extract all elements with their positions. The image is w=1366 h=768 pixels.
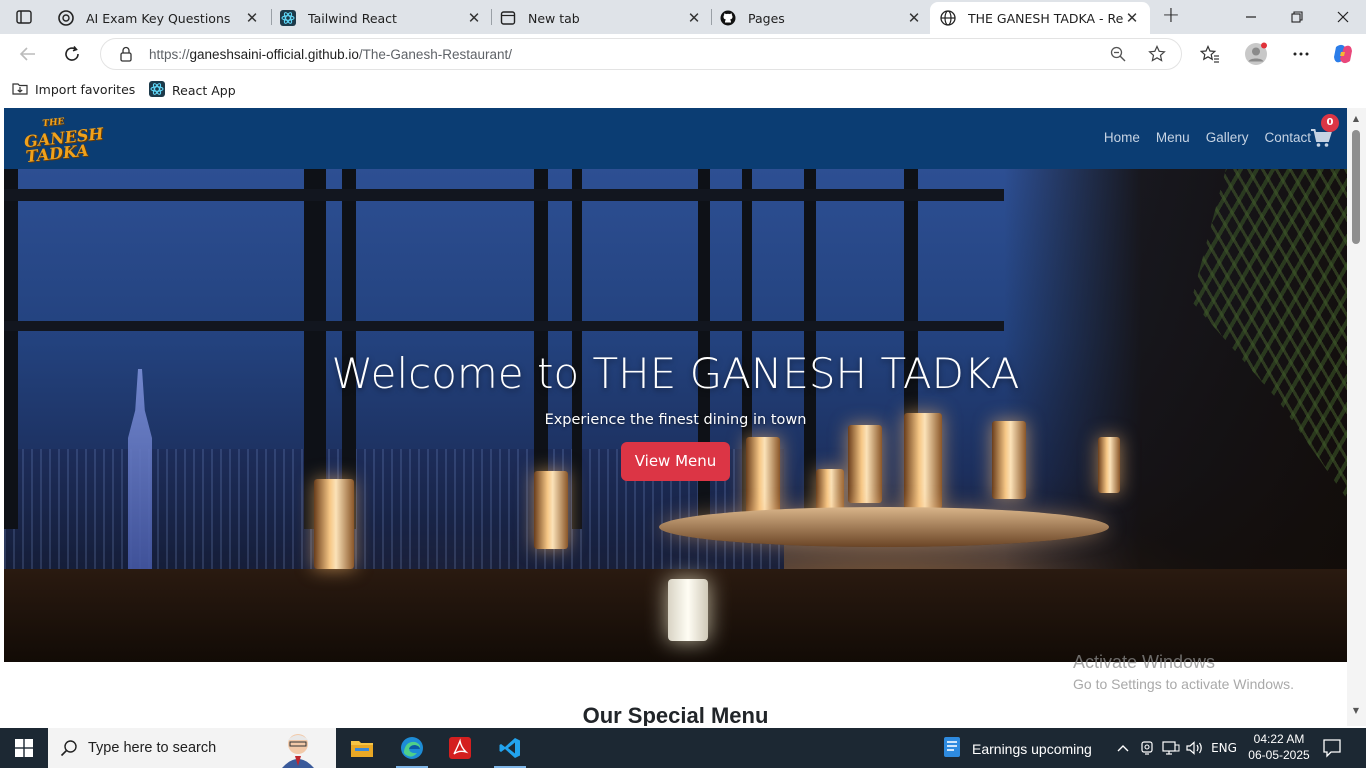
close-icon[interactable]: ✕ [686, 9, 702, 27]
scroll-up-arrow-icon[interactable]: ▲ [1351, 114, 1361, 124]
special-menu-heading: Our Special Menu [582, 703, 769, 726]
tab-title: THE GANESH TADKA - Restau [968, 10, 1124, 26]
logo-text-tadka: TADKA [24, 140, 90, 167]
close-icon[interactable]: ✕ [466, 9, 482, 27]
favorite-star-icon[interactable] [1148, 45, 1166, 67]
tab-new-tab[interactable]: New tab ✕ [490, 2, 712, 34]
page-viewport: THE GANESH TADKA Home Menu Gallery Conta… [4, 108, 1347, 726]
scroll-down-arrow-icon[interactable]: ▼ [1351, 706, 1361, 716]
scroll-thumb[interactable] [1352, 130, 1360, 244]
minimize-icon[interactable] [1228, 0, 1274, 34]
taskbar: Type here to search Earnings upcoming EN… [0, 728, 1366, 768]
back-button[interactable] [14, 41, 42, 67]
news-widget[interactable]: Earnings upcoming [942, 736, 1092, 761]
address-bar[interactable]: https://ganeshsaini-official.github.io/T… [100, 38, 1182, 70]
lamp [534, 471, 568, 549]
search-highlight-illustration [268, 730, 328, 768]
import-favorites-icon [12, 81, 28, 98]
react-icon [280, 10, 296, 26]
profile-avatar-icon[interactable] [1241, 40, 1271, 68]
tab-title: AI Exam Key Questions [86, 10, 231, 26]
nav-link-contact[interactable]: Contact [1264, 130, 1311, 145]
hero-bar-counter [659, 507, 1109, 547]
favorites-item-import[interactable]: Import favorites [12, 81, 135, 98]
copilot-icon[interactable] [1328, 40, 1358, 68]
site-navbar: THE GANESH TADKA Home Menu Gallery Conta… [4, 108, 1347, 169]
tab-ganesh-tadka[interactable]: THE GANESH TADKA - Restau ✕ [930, 2, 1150, 34]
react-icon [149, 81, 165, 100]
nav-links: Home Menu Gallery Contact [1104, 130, 1311, 145]
tab-ai-exam[interactable]: AI Exam Key Questions ✕ [48, 2, 270, 34]
hero-content: Welcome to THE GANESH TADKA Experience t… [4, 349, 1347, 481]
tab-title: Tailwind React [308, 10, 397, 26]
page-scrollbar[interactable]: ▲ ▼ [1347, 108, 1366, 726]
new-tab-icon [500, 10, 516, 26]
language-indicator[interactable]: ENG [1209, 739, 1239, 757]
windows-start-icon[interactable] [0, 728, 48, 768]
cart-count-badge: 0 [1321, 114, 1339, 132]
hero-title: Welcome to THE GANESH TADKA [331, 349, 1020, 398]
watermark-subtitle: Go to Settings to activate Windows. [1073, 676, 1294, 692]
window-close-icon[interactable] [1320, 0, 1366, 34]
browser-toolbar: https://ganeshsaini-official.github.io/T… [0, 34, 1366, 74]
network-icon[interactable] [1161, 739, 1181, 757]
favorites-item-label: React App [172, 83, 236, 98]
news-icon [942, 736, 962, 761]
chatgpt-icon [58, 10, 74, 26]
zoom-icon[interactable] [1110, 46, 1126, 66]
tab-actions-icon[interactable] [8, 6, 40, 28]
github-icon [720, 10, 736, 26]
favorites-item-react-app[interactable]: React App [149, 81, 236, 100]
close-icon[interactable]: ✕ [244, 9, 260, 27]
lantern [668, 579, 708, 641]
view-menu-button[interactable]: View Menu [620, 442, 731, 481]
search-placeholder: Type here to search [88, 740, 217, 756]
nav-link-gallery[interactable]: Gallery [1206, 130, 1249, 145]
site-logo[interactable]: THE GANESH TADKA [22, 113, 104, 167]
hero-section: Welcome to THE GANESH TADKA Experience t… [4, 169, 1347, 662]
window-frame [4, 189, 1004, 201]
restore-icon[interactable] [1274, 0, 1320, 34]
close-icon[interactable]: ✕ [1124, 9, 1140, 27]
tab-title: Pages [748, 10, 785, 26]
nav-link-menu[interactable]: Menu [1156, 130, 1190, 145]
hero-subtitle: Experience the finest dining in town [544, 412, 807, 428]
system-clock[interactable]: 04:22 AM 06-05-2025 [1246, 731, 1312, 763]
close-icon[interactable]: ✕ [906, 9, 922, 27]
vscode-icon[interactable] [486, 728, 534, 768]
file-explorer-icon[interactable] [338, 728, 386, 768]
activate-windows-watermark: Activate Windows Go to Settings to activ… [1073, 652, 1294, 692]
favorites-icon[interactable] [1195, 40, 1225, 68]
more-options-icon[interactable] [1286, 40, 1316, 68]
refresh-button[interactable] [58, 41, 86, 67]
meet-now-icon[interactable] [1138, 739, 1156, 757]
favorites-bar: Import favorites React App [0, 74, 1366, 106]
tab-tailwind-react[interactable]: Tailwind React ✕ [270, 2, 492, 34]
favorites-item-label: Import favorites [35, 82, 136, 97]
tab-title: New tab [528, 10, 580, 26]
lamp [314, 479, 354, 569]
url-scheme: https:// [149, 47, 190, 62]
url-path: /The-Ganesh-Restaurant/ [358, 47, 512, 62]
taskbar-search-box[interactable]: Type here to search [48, 728, 336, 768]
tray-overflow-chevron-icon[interactable] [1114, 739, 1132, 757]
volume-icon[interactable] [1185, 739, 1205, 757]
edge-browser-icon[interactable] [388, 728, 436, 768]
watermark-title: Activate Windows [1073, 652, 1216, 672]
clock-time: 04:22 AM [1253, 732, 1305, 746]
tab-strip: AI Exam Key Questions ✕ Tailwind React ✕… [0, 0, 1366, 34]
nav-link-home[interactable]: Home [1104, 130, 1140, 145]
globe-icon [940, 10, 956, 26]
acrobat-reader-icon[interactable] [436, 728, 484, 768]
tab-pages[interactable]: Pages ✕ [710, 2, 932, 34]
window-frame [4, 321, 1004, 331]
new-tab-button[interactable]: + [1158, 5, 1184, 29]
url-text: https://ganeshsaini-official.github.io/T… [149, 47, 512, 62]
search-icon [60, 739, 78, 761]
notification-icon[interactable] [1322, 738, 1342, 762]
news-label: Earnings upcoming [972, 740, 1092, 757]
url-host: ganeshsaini-official.github.io [189, 47, 359, 62]
clock-date: 06-05-2025 [1248, 748, 1310, 762]
lock-icon[interactable] [119, 46, 133, 66]
